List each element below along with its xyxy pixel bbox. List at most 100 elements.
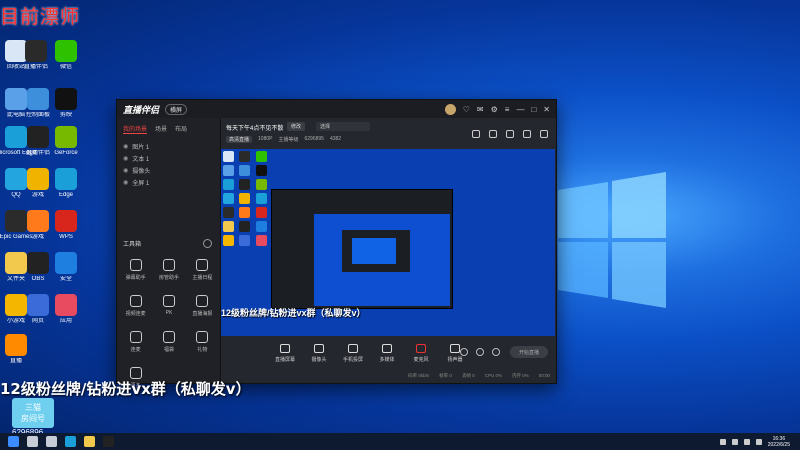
app-icon <box>55 210 77 232</box>
status-item: 码率 0kb/s <box>408 372 430 378</box>
clock[interactable]: 16:36 2022/6/25 <box>768 436 790 448</box>
share-icon[interactable] <box>540 130 548 138</box>
camera-small-icon[interactable] <box>460 348 468 356</box>
lock-icon[interactable] <box>489 130 497 138</box>
quality-badge[interactable]: 高清直播 <box>226 136 253 143</box>
room-badge: 三猫 房间号 <box>12 398 54 428</box>
notification-icon[interactable] <box>523 130 531 138</box>
preview-icon <box>239 151 251 162</box>
microphone-button[interactable]: 麦克风 <box>409 343 433 363</box>
edit-title-button[interactable]: 修改 <box>287 122 306 131</box>
record-icon[interactable] <box>506 130 514 138</box>
start-live-button[interactable]: 开始直播 <box>510 346 548 358</box>
title-bar[interactable]: 直播伴侣 横屏 ♡ ✉ ⚙ ≡ — □ ✕ <box>117 100 556 118</box>
layout-icon[interactable] <box>472 130 480 138</box>
volume-icon[interactable] <box>743 438 750 445</box>
taskbar-edge-icon[interactable] <box>65 436 76 447</box>
eye-icon[interactable]: ◉ <box>123 167 128 174</box>
desktop-icon[interactable]: 安全 <box>46 252 86 296</box>
status-item: 丢帧 0 <box>461 372 475 378</box>
minimize-icon[interactable]: — <box>516 105 524 114</box>
close-icon[interactable]: ✕ <box>543 105 550 114</box>
camera-button[interactable]: 摄像头 <box>307 343 331 363</box>
app-icon <box>25 40 47 62</box>
beauty-icon[interactable] <box>476 348 484 356</box>
tool-button[interactable]: 视频连麦 <box>119 292 152 324</box>
tab-scenes[interactable]: 场景 <box>155 124 167 134</box>
tab-my-scenes[interactable]: 我的场景 <box>123 124 148 134</box>
mode-toggle[interactable]: 横屏 <box>165 103 188 115</box>
toolbox-settings-icon[interactable] <box>203 239 212 248</box>
tool-button[interactable]: 主播日程 <box>186 256 219 288</box>
screen-capture-button[interactable]: 直播屏幕 <box>273 343 297 363</box>
desktop-icon[interactable]: WPS <box>46 210 86 254</box>
desktop-icon-label: Edge <box>58 192 73 198</box>
tool-icon <box>129 331 142 343</box>
gear-icon[interactable] <box>492 348 500 356</box>
eye-icon[interactable]: ◉ <box>123 155 128 162</box>
taskbar-live-companion-icon[interactable] <box>103 436 114 447</box>
desktop-icon[interactable]: Edge <box>46 168 86 212</box>
tool-button[interactable]: 礼物 <box>186 328 219 360</box>
media-button[interactable]: 多媒体 <box>375 343 399 363</box>
app-icon <box>55 40 77 62</box>
preview-icon <box>223 207 234 218</box>
stream-title: 每天下午4点不见不散 <box>226 126 284 132</box>
desktop-icon[interactable]: 直播 <box>0 334 36 378</box>
tray-chevron-icon[interactable] <box>719 438 726 445</box>
preview-icon <box>239 193 251 204</box>
nested-preview-screen <box>314 214 450 306</box>
taskbar-search-icon[interactable] <box>27 436 38 447</box>
desktop-icon[interactable]: 应用 <box>46 294 86 338</box>
nested-preview-window-2 <box>342 230 410 272</box>
ime-icon[interactable] <box>755 438 762 445</box>
overlay-banner: 12级粉丝牌/钻粉进vx群（私聊发v） <box>0 380 251 398</box>
desktop-icon[interactable]: GeForce <box>46 126 86 170</box>
menu-icon[interactable]: ≡ <box>505 105 510 114</box>
preview-icon <box>239 179 251 190</box>
eye-icon[interactable]: ◉ <box>123 179 128 186</box>
scene-item[interactable]: ◉ 全屏 1 <box>123 176 214 188</box>
tool-button[interactable]: 房管助手 <box>152 256 185 288</box>
maximize-icon[interactable]: □ <box>531 105 536 114</box>
taskbar-task-view-icon[interactable] <box>46 436 57 447</box>
preview-icon <box>255 165 267 176</box>
preview-icon <box>239 207 251 218</box>
scene-item[interactable]: ◉ 图片 1 <box>123 140 214 152</box>
room-badge-sub: 房间号 <box>21 414 45 423</box>
taskbar-explorer-icon[interactable] <box>84 436 95 447</box>
tool-button[interactable]: 福袋 <box>152 328 185 360</box>
tool-icon <box>162 295 175 307</box>
tool-button[interactable]: 弹幕助手 <box>119 256 152 288</box>
network-icon[interactable] <box>731 438 738 445</box>
level-label: 主播等级 <box>278 137 299 143</box>
nested-preview-window <box>271 189 453 309</box>
scene-item[interactable]: ◉ 文本 1 <box>123 152 214 164</box>
eye-icon[interactable]: ◉ <box>123 143 128 150</box>
nested-preview-screen-2 <box>352 238 396 264</box>
gift-icon[interactable]: ♡ <box>463 105 470 114</box>
desktop-icon[interactable]: 微信 <box>46 40 86 84</box>
live-companion-window[interactable]: 直播伴侣 横屏 ♡ ✉ ⚙ ≡ — □ ✕ 我的场景 场景 布局 ◉ 图片 1 ◉… <box>116 99 557 389</box>
preview-icon <box>255 151 267 162</box>
stream-preview[interactable]: 12级粉丝牌/钻粉进vx群（私聊发v） <box>221 149 555 336</box>
phone-cast-button[interactable]: 手机投屏 <box>341 343 365 363</box>
tool-label: 直播海报 <box>192 311 213 317</box>
tool-button[interactable]: PK <box>152 292 185 324</box>
preview-icon <box>223 151 234 162</box>
settings-icon[interactable]: ⚙ <box>491 105 498 114</box>
room-badge-title: 三猫 <box>25 403 41 412</box>
message-icon[interactable]: ✉ <box>477 105 484 114</box>
app-icon <box>55 168 77 190</box>
category-select[interactable]: 选择 <box>316 122 370 131</box>
tool-label: 房管助手 <box>158 275 179 281</box>
tool-label: 福袋 <box>163 347 174 353</box>
tool-button[interactable]: 连麦 <box>119 328 152 360</box>
tool-label: 礼物 <box>197 347 208 353</box>
avatar[interactable] <box>444 103 456 115</box>
tool-button[interactable]: 直播海报 <box>186 292 219 324</box>
taskbar-start-icon[interactable] <box>8 436 19 447</box>
scene-item[interactable]: ◉ 摄像头 <box>123 164 214 176</box>
source-controls: 直播屏幕 摄像头 手机投屏 多媒体 麦克风 扬声器 开始直播 <box>221 338 556 368</box>
tab-layout[interactable]: 布局 <box>175 124 187 134</box>
